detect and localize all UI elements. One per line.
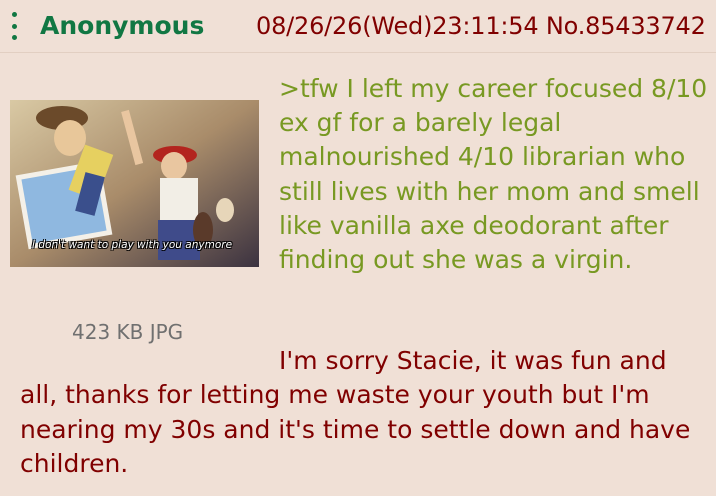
post-body-rest: all, thanks for letting me waste your yo… — [20, 380, 691, 478]
post-body-first-line: I'm sorry Stacie, it was fun and — [279, 346, 667, 375]
post: Anonymous 08/26/26(Wed)23:11:54 No.85433… — [0, 0, 716, 496]
post-datetime: 08/26/26(Wed)23:11:54 — [256, 12, 539, 40]
post-meta: 08/26/26(Wed)23:11:54 No.85433742 — [256, 10, 706, 42]
post-greentext: >tfw I left my career focused 8/10 ex gf… — [279, 74, 708, 275]
file-info: 423 KB JPG — [72, 320, 184, 344]
post-number[interactable]: No.85433742 — [546, 12, 706, 40]
header-divider — [0, 52, 716, 53]
image-caption: I don't want to play with you anymore — [31, 239, 233, 251]
poster-name: Anonymous — [40, 11, 205, 40]
vertical-dots-icon[interactable] — [10, 12, 18, 40]
post-header: Anonymous 08/26/26(Wed)23:11:54 No.85433… — [0, 0, 716, 52]
